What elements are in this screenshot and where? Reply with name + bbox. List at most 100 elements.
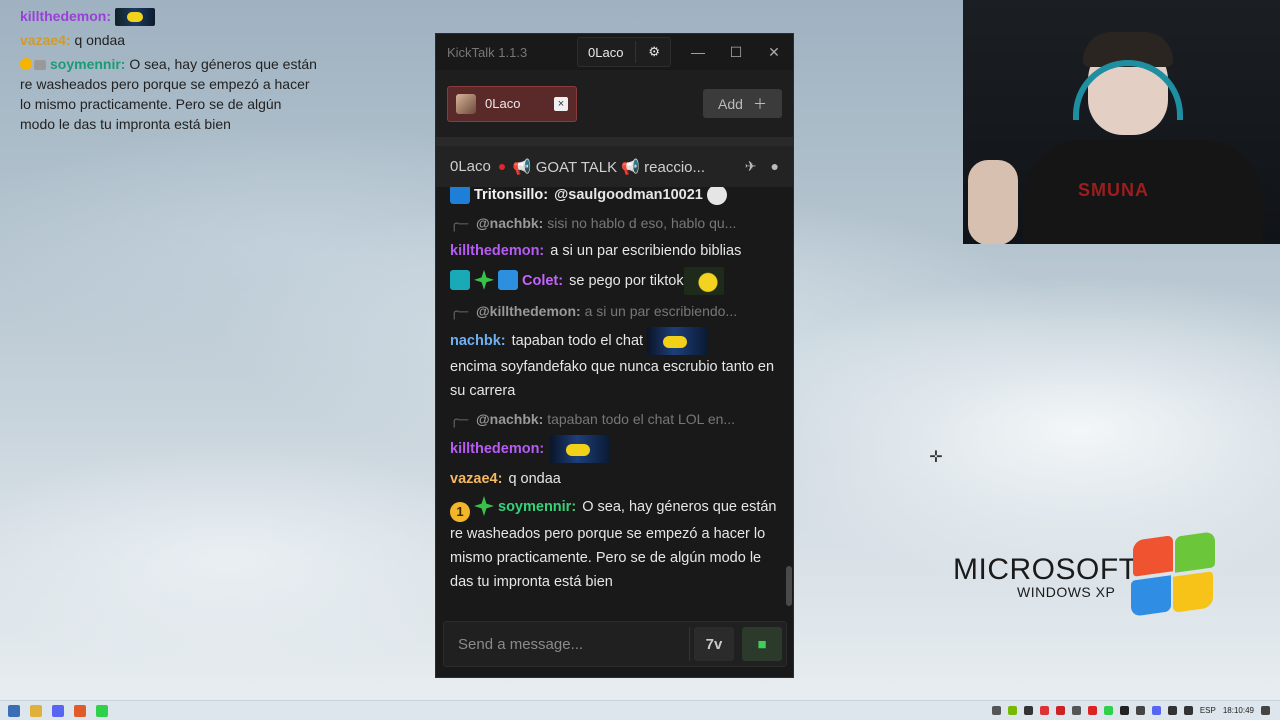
cat-emote-icon [706, 187, 727, 206]
webcam-person-hand [968, 160, 1018, 244]
windows-flag-icon [1131, 575, 1171, 617]
overlay-username: killthedemon: [20, 8, 112, 24]
tray-icon[interactable] [1023, 706, 1033, 715]
pikachu-emote-icon [683, 267, 724, 295]
badge-icon [474, 496, 494, 516]
live-indicator-icon [498, 163, 505, 170]
overlay-line: vazae4: q ondaa [20, 30, 320, 50]
username[interactable]: nachbk: [450, 333, 506, 349]
message-input-placeholder: Send a message... [458, 635, 584, 653]
username[interactable]: soymennir: [498, 499, 576, 515]
username[interactable]: killthedemon: [450, 441, 544, 457]
kicktalk-window: KickTalk 1.1.3 0Laco ⚙ — ☐ ✕ 0Laco × Add… [435, 33, 794, 678]
system-tray: ESP 18:10:49 [991, 706, 1280, 715]
channel-name: 0Laco [450, 158, 491, 175]
message-text: @saulgoodman10021 [554, 187, 703, 203]
discord-icon[interactable] [1151, 706, 1161, 715]
chat-message: 1 soymennir: O sea, hay géneros que están… [450, 495, 786, 594]
chatroom-tabs: 0Laco × Add ＋ [436, 70, 793, 137]
username[interactable]: killthedemon: [450, 243, 544, 259]
overlay-text: q ondaa [74, 32, 126, 49]
taskbar: ESP 18:10:49 [0, 700, 1280, 720]
message-input[interactable]: Send a message... 7v ■ [443, 621, 787, 667]
title-bar[interactable]: KickTalk 1.1.3 0Laco ⚙ — ☐ ✕ [436, 34, 793, 70]
tab-close-button[interactable]: × [554, 96, 568, 111]
tray-icon[interactable] [1039, 706, 1049, 715]
badge-icon [450, 187, 470, 204]
chat-message: Tritonsillo: @saulgoodman10021 [450, 187, 786, 207]
kick-icon[interactable] [96, 704, 108, 717]
network-icon[interactable] [1167, 706, 1177, 715]
divider [436, 137, 793, 146]
reply-text: tapaban todo el chat LOL en... [547, 411, 736, 427]
badge-icon [450, 269, 470, 290]
windows-flag-icon [1133, 535, 1173, 577]
overlay-username: soymennir: [50, 56, 126, 73]
badge-icon [20, 58, 32, 71]
message-text: a si un par escribiendo biblias [550, 243, 742, 259]
rocket-icon[interactable]: ✈ [745, 158, 757, 175]
tray-icon[interactable] [1119, 706, 1129, 715]
language-indicator[interactable]: ESP [1200, 706, 1216, 715]
notifications-icon[interactable] [1261, 706, 1270, 715]
nvidia-icon[interactable] [1007, 706, 1017, 715]
reply-reference[interactable]: ╭─ @nachbk: tapaban todo el chat LOL en..… [450, 407, 772, 431]
kick-emote-icon[interactable]: ■ [742, 627, 782, 661]
reply-username: @nachbk: [476, 215, 544, 231]
clock[interactable]: 18:10:49 [1223, 706, 1254, 715]
tab-label: 0Laco [485, 96, 521, 111]
message-text: se pego por tiktok [569, 272, 684, 289]
chat-message: vazae4: q ondaa [450, 467, 786, 491]
start-icon[interactable] [8, 704, 20, 717]
tab-0laco[interactable]: 0Laco × [447, 85, 577, 122]
maximize-button[interactable]: ☐ [717, 44, 755, 61]
folder-icon[interactable] [30, 704, 42, 717]
minimize-button[interactable]: — [679, 44, 717, 61]
tray-icon[interactable] [1071, 706, 1081, 715]
brave-icon[interactable] [74, 704, 86, 717]
avatar [456, 93, 476, 114]
emote-icon [114, 8, 155, 27]
logo-subtext: WINDOWS XP [1017, 584, 1116, 600]
user-icon[interactable]: ● [771, 158, 779, 175]
reply-reference[interactable]: ╭─ @nachbk: sisi no hablo d eso, hablo qu… [450, 211, 772, 235]
header-actions: ✈ ● [745, 158, 779, 175]
reply-username: @killthedemon: [476, 303, 581, 319]
chat-message: killthedemon: a si un par escribiendo bi… [450, 239, 786, 263]
add-chatroom-button[interactable]: Add ＋ [703, 89, 782, 118]
stream-chat-overlay: killthedemon: vazae4: q ondaa soymennir:… [20, 0, 320, 138]
tray-icon[interactable] [1055, 706, 1065, 715]
app-title: KickTalk 1.1.3 [447, 44, 528, 60]
volume-icon[interactable] [1183, 706, 1193, 715]
7tv-emote-button[interactable]: 7v [694, 627, 734, 661]
microphone-icon[interactable] [1135, 706, 1145, 715]
user-button[interactable]: 0Laco [588, 45, 623, 60]
chat-messages[interactable]: Tritonsillo: @saulgoodman10021 ╭─ @nachbk… [436, 187, 786, 602]
record-icon[interactable] [1087, 706, 1097, 715]
close-button[interactable]: ✕ [755, 44, 793, 61]
badge-icon [498, 269, 518, 290]
message-text: tapaban todo el chat [511, 332, 644, 349]
windows-xp-logo: MICROSOFT WINDOWS XP [953, 531, 1223, 626]
shirt-print: SMUNA [1078, 180, 1149, 200]
car-emote-icon [647, 327, 708, 355]
crosshair-cursor-icon: ✛ [929, 449, 943, 466]
discord-icon[interactable] [52, 704, 64, 717]
window-controls: — ☐ ✕ [679, 44, 793, 61]
badge-icon [34, 60, 46, 71]
reply-icon: ╭─ [450, 303, 469, 319]
chat-scrollbar[interactable] [786, 566, 792, 606]
username[interactable]: Tritonsillo: [474, 187, 548, 203]
overlay-username: vazae4: [20, 32, 71, 49]
username[interactable]: Colet: [522, 273, 563, 289]
gear-icon[interactable]: ⚙ [648, 44, 660, 60]
reply-username: @nachbk: [476, 411, 544, 427]
tray-icon[interactable] [991, 706, 1001, 715]
reply-text: sisi no hablo d eso, hablo qu... [547, 215, 737, 231]
reply-reference[interactable]: ╭─ @killthedemon: a si un par escribiendo… [450, 299, 772, 323]
divider [689, 627, 690, 661]
chat-header: 0Laco 📢 GOAT TALK 📢 reaccio... ✈ ● [436, 146, 793, 187]
username[interactable]: vazae4: [450, 471, 502, 487]
plus-icon: ＋ [752, 95, 767, 112]
kick-icon[interactable] [1103, 706, 1113, 715]
